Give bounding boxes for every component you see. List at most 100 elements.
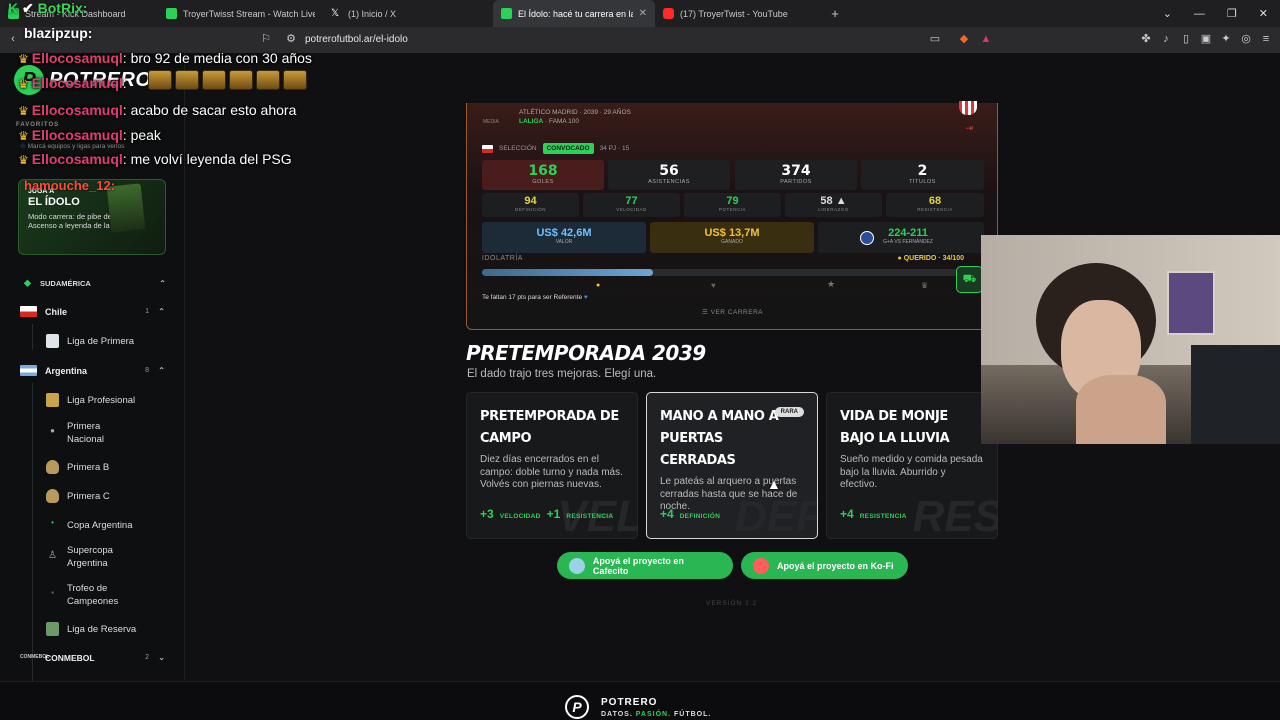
attr-resistencia: 68 RESISTENCIA <box>886 193 984 217</box>
country-label: Chile <box>45 306 68 317</box>
option-title: Pretemporada de campo <box>480 409 619 446</box>
chevron-down-icon[interactable]: ⌄ <box>1163 7 1172 20</box>
music-icon[interactable]: ♪ <box>1160 33 1172 45</box>
option-desc: Sueño medido y comida pesada bajo la llu… <box>840 454 983 490</box>
ver-carrera-button[interactable]: ☰ VER CARRERA <box>702 308 763 316</box>
chat-emotes <box>148 70 307 90</box>
region-sudamerica[interactable]: ⬥ SUDAMÉRICA ⌃ <box>24 278 166 289</box>
conmebol-logo-icon: CONMEBOL <box>20 654 50 660</box>
league-item[interactable]: Primera C <box>46 489 176 503</box>
option-card[interactable]: VEL Pretemporada de campo Diez días ence… <box>466 392 638 539</box>
crown-icon: ♛ <box>18 129 29 143</box>
tab-x[interactable]: 𝕏 (1) Inicio / X <box>323 0 493 27</box>
league-item[interactable]: Primera B <box>46 460 176 474</box>
tab-label: TroyerTwisst Stream - Watch Live on K <box>183 8 315 19</box>
sidebar-icon[interactable]: ▯ <box>1180 33 1192 45</box>
league-label: Primera Nacional <box>67 421 104 445</box>
league-item[interactable]: ♙ Supercopa Argentina <box>46 544 176 570</box>
league-logo-icon: ▪ <box>51 588 54 597</box>
idolatria-progress-fill <box>482 269 653 276</box>
league-item[interactable]: Liga de Primera <box>46 334 176 348</box>
bookmark-icon[interactable]: ⚐ <box>260 33 272 45</box>
option-bonus: +3 VELOCIDAD +1 RESISTENCIA <box>480 507 614 521</box>
vpn-icon[interactable]: ◎ <box>1240 33 1252 45</box>
cart-icon[interactable]: ⛟ <box>956 266 983 293</box>
league-logo-icon: • <box>51 518 54 527</box>
league-logo-icon <box>46 334 59 348</box>
league-label: Primera B <box>67 461 110 473</box>
tree-line <box>32 383 33 688</box>
club-badge-icon <box>959 101 977 115</box>
x-logo-icon: 𝕏 <box>331 8 340 19</box>
menu-icon[interactable]: ≡ <box>1260 33 1272 45</box>
tree-line <box>32 324 33 350</box>
crown-icon: ♛ <box>18 104 29 118</box>
option-bg-text: DEF <box>735 492 818 539</box>
close-icon[interactable]: ✕ <box>1259 7 1268 20</box>
rewards-icon[interactable]: ▲ <box>980 33 992 45</box>
potrero-logo-icon: P <box>565 695 589 719</box>
site-info-icon[interactable]: ⚙ <box>285 33 297 45</box>
url-field[interactable]: potrerofutbol.ar/el-idolo <box>305 34 408 45</box>
kofi-button[interactable]: Apoyá el proyecto en Ko-Fi <box>741 552 908 579</box>
league-item[interactable]: Liga de Reserva <box>46 622 176 636</box>
tab-youtube[interactable]: (17) TroyerTwist - YouTube <box>655 0 825 27</box>
league-item[interactable]: • Copa Argentina <box>46 518 176 532</box>
option-card[interactable]: RES Vida de monje bajo la lluvia Sueño m… <box>826 392 998 539</box>
country-argentina[interactable]: Argentina 8 ⌃ <box>20 365 165 376</box>
country-conmebol[interactable]: CONMEBOL CONMEBOL 2 ⌄ <box>20 652 165 663</box>
new-tab-button[interactable]: + <box>825 6 845 21</box>
option-title: Vida de monje bajo la lluvia <box>840 409 950 446</box>
option-card-selected[interactable]: DEF RARA Mano a mano a puertas cerradas … <box>646 392 818 539</box>
option-bonus: +4 DEFINICIÓN <box>660 507 721 521</box>
league-label: Liga de Primera <box>67 335 135 347</box>
tab-el-idolo[interactable]: El Ídolo: hacé tu carrera en la Lig ✕ <box>493 0 655 27</box>
extensions-icon[interactable]: ✤ <box>1140 33 1152 45</box>
rara-badge: RARA <box>774 407 804 417</box>
league-logo-icon <box>46 622 59 636</box>
emote-image <box>175 70 199 90</box>
country-count: 8 <box>145 367 149 374</box>
exit-icon[interactable]: ⇥ <box>965 123 973 134</box>
brave-shield-icon[interactable]: ◆ <box>958 33 970 45</box>
footer: P POTRERO DATOS. PASIÓN. FÚTBOL. <box>0 681 1280 720</box>
league-logo-icon <box>46 460 59 474</box>
crown-icon: ♛ <box>921 281 929 290</box>
country-count: 1 <box>145 308 149 315</box>
restore-icon[interactable]: ❐ <box>1227 7 1237 20</box>
marker-icon: ● <box>596 282 601 289</box>
webcam-poster <box>1167 271 1215 335</box>
argentina-flag-icon <box>20 365 37 376</box>
emote-image <box>229 70 253 90</box>
club-logo-icon <box>860 231 874 245</box>
close-icon[interactable]: ✕ <box>639 8 647 19</box>
league-item[interactable]: Liga Profesional <box>46 393 176 407</box>
tab-kick-stream[interactable]: TroyerTwisst Stream - Watch Live on K <box>158 0 323 27</box>
chevron-up-icon: ⌃ <box>158 307 165 316</box>
cafecito-button[interactable]: Apoyá el proyecto en Cafecito <box>557 552 733 579</box>
country-count: 2 <box>145 654 149 661</box>
attr-liderazgo: 58 ▲ LIDERAZGO <box>785 193 882 217</box>
window-controls: ⌄ — ❐ ✕ <box>1163 0 1280 27</box>
screen-icon[interactable]: ▭ <box>929 33 941 45</box>
minimize-icon[interactable]: — <box>1194 8 1205 20</box>
emote-image <box>202 70 226 90</box>
wallet-icon[interactable]: ▣ <box>1200 33 1212 45</box>
chile-flag-icon <box>20 306 37 317</box>
stat-goles: 168 GOLES <box>482 160 604 190</box>
chat-message: ♛ Ellocosamuql: acabo de sacar esto ahora <box>18 102 297 118</box>
league-logo-icon: ● <box>50 426 55 435</box>
emote-image <box>283 70 307 90</box>
chat-blazi-line: blazipzup: <box>24 25 93 41</box>
chevron-up-icon: ⌃ <box>158 366 165 375</box>
crown-icon: ♛ <box>18 77 29 91</box>
convocado-badge: CONVOCADO <box>542 143 594 154</box>
ai-icon[interactable]: ✦ <box>1220 33 1232 45</box>
country-chile[interactable]: Chile 1 ⌃ <box>20 306 165 317</box>
emote-image <box>148 70 172 90</box>
league-item[interactable]: ▪ Trofeo de Campeones <box>46 582 176 608</box>
emote-image <box>256 70 280 90</box>
stat-partidos: 374 PARTIDOS <box>735 160 857 190</box>
league-item[interactable]: ● Primera Nacional <box>46 420 176 446</box>
back-icon[interactable]: ‹ <box>7 33 19 45</box>
